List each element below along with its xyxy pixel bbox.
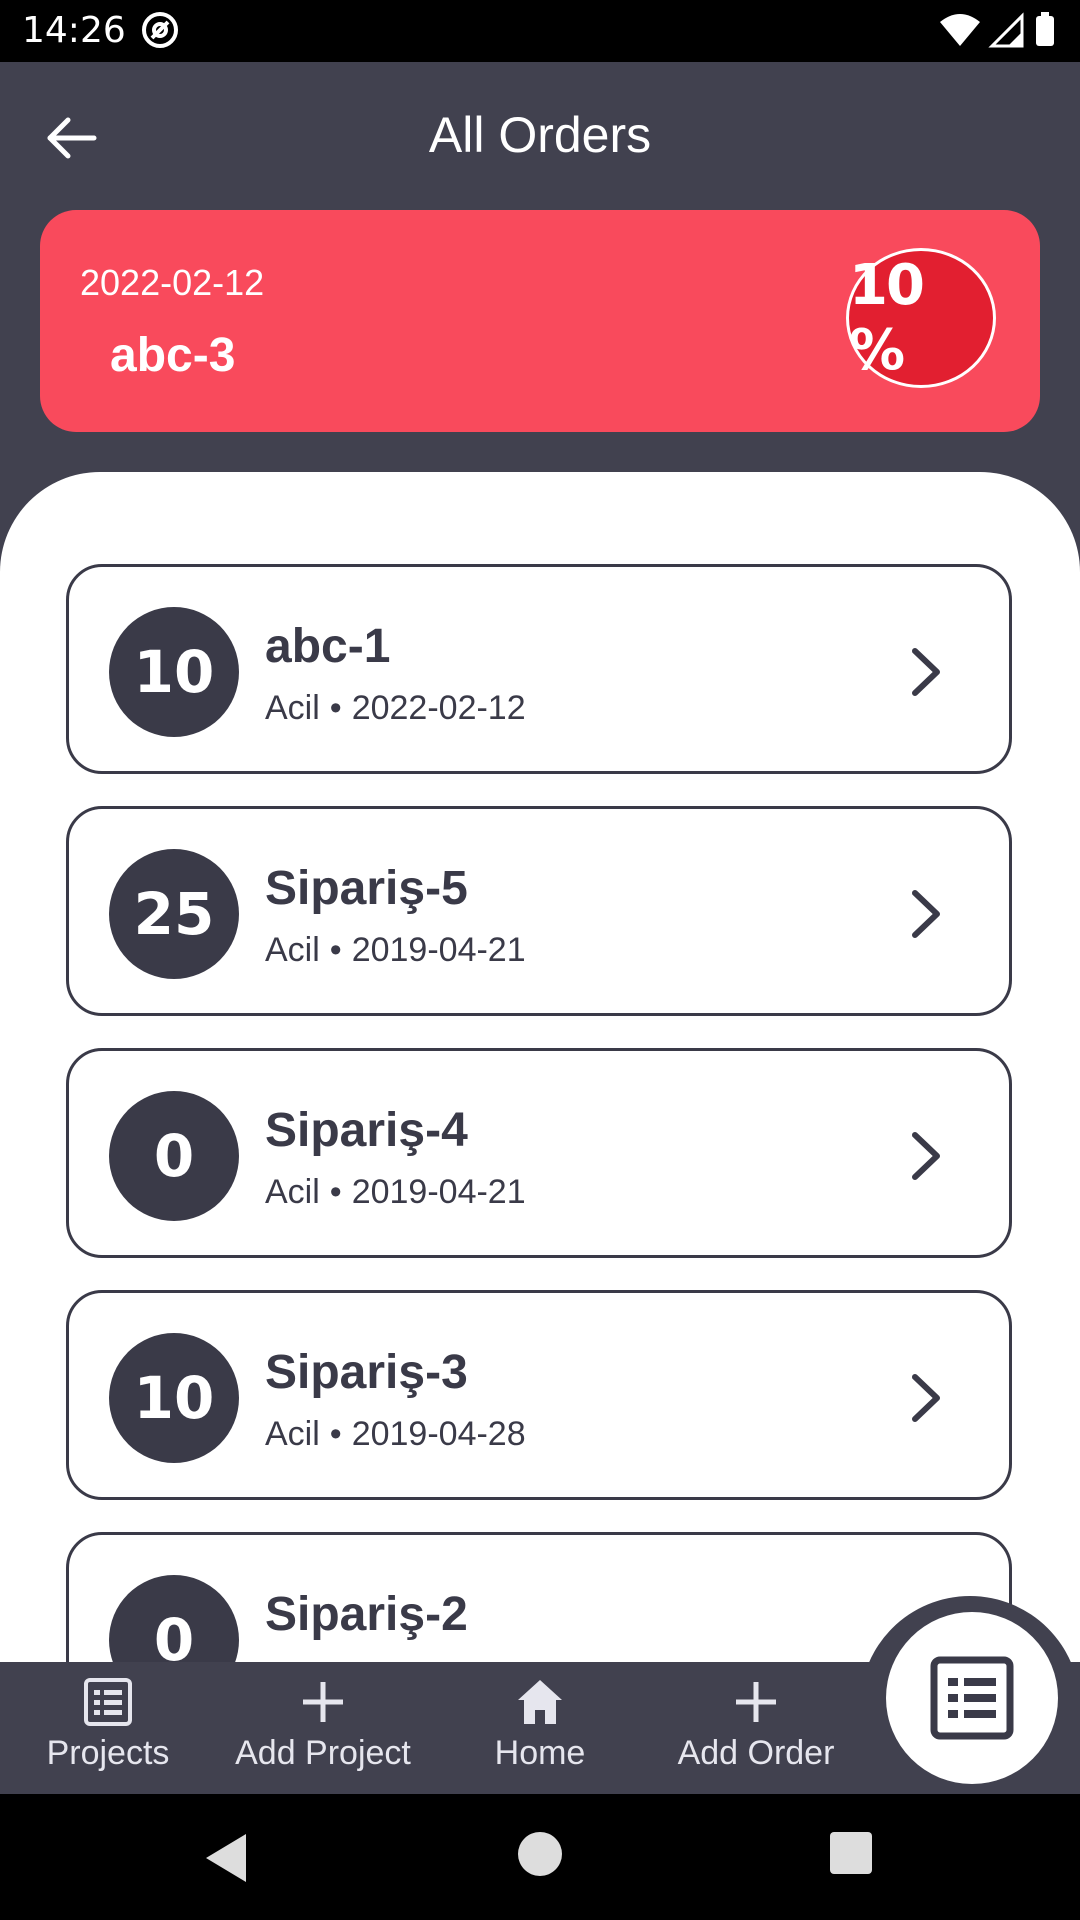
highlight-order-card[interactable]: 2022-02-12 abc-3 10 % xyxy=(40,210,1040,432)
highlight-date: 2022-02-12 xyxy=(80,262,265,303)
nav-label: Projects xyxy=(46,1734,170,1772)
order-date: 2019-04-28 xyxy=(351,1415,526,1453)
order-priority: Acil xyxy=(265,689,320,727)
nav-label: Home xyxy=(494,1734,586,1772)
order-count-badge: 10 xyxy=(109,607,239,737)
order-date: 2019-04-21 xyxy=(351,1173,526,1211)
page-title: All Orders xyxy=(428,107,652,163)
wifi-icon xyxy=(940,14,980,46)
order-list: 10 abc-1 Acil • 2022-02-12 25 Sipariş-5 Ac… xyxy=(0,472,1080,1662)
chevron-right-icon[interactable] xyxy=(905,647,949,697)
order-count-badge: 10 xyxy=(109,1333,239,1463)
nav-add-project[interactable]: Add Project xyxy=(216,1662,430,1794)
order-meta: Acil • 2019-04-21 xyxy=(265,1173,526,1211)
order-list-item[interactable]: 25 Sipariş-5 Acil • 2019-04-21 xyxy=(66,806,1012,1016)
order-priority: Acil xyxy=(265,931,320,969)
plus-icon xyxy=(736,1682,776,1722)
order-date: 2022-02-12 xyxy=(351,689,526,727)
plus-icon xyxy=(303,1682,343,1722)
chevron-right-icon[interactable] xyxy=(905,1373,949,1423)
status-time: 14:26 xyxy=(22,10,126,51)
order-count-badge: 25 xyxy=(109,849,239,979)
nav-label: Add Order xyxy=(677,1734,835,1772)
order-meta: Acil • 2019-04-28 xyxy=(265,1415,526,1453)
home-icon xyxy=(518,1680,562,1724)
order-meta: Acil • 2022-02-12 xyxy=(265,689,526,727)
status-bar: 14:26 xyxy=(0,0,1080,62)
chevron-right-icon[interactable] xyxy=(905,1131,949,1181)
order-count-badge: 0 xyxy=(109,1575,239,1662)
order-name: Sipariş-4 xyxy=(265,1104,468,1157)
order-list-item[interactable]: 0 Sipariş-2 xyxy=(66,1532,1012,1662)
nav-projects[interactable]: Projects xyxy=(20,1662,196,1794)
status-icons xyxy=(940,12,1054,48)
order-name: Sipariş-2 xyxy=(265,1588,468,1641)
system-recents-icon[interactable] xyxy=(830,1832,872,1874)
nav-home[interactable]: Home xyxy=(460,1662,620,1794)
nav-label: Add Project xyxy=(235,1734,411,1772)
order-name: Sipariş-3 xyxy=(265,1346,468,1399)
order-name: abc-1 xyxy=(265,620,391,673)
app-header: All Orders xyxy=(0,62,1080,212)
order-date: 2019-04-21 xyxy=(351,931,526,969)
at-sign-icon xyxy=(142,12,178,48)
list-icon xyxy=(84,1678,132,1726)
progress-badge: 10 % xyxy=(846,248,996,388)
order-meta: Acil • 2019-04-21 xyxy=(265,931,526,969)
orders-fab[interactable] xyxy=(886,1612,1058,1784)
system-back-icon[interactable] xyxy=(200,1830,250,1886)
list-icon xyxy=(930,1656,1014,1740)
system-home-icon[interactable] xyxy=(518,1832,562,1876)
order-list-item[interactable]: 0 Sipariş-4 Acil • 2019-04-21 xyxy=(66,1048,1012,1258)
order-list-item[interactable]: 10 Sipariş-3 Acil • 2019-04-28 xyxy=(66,1290,1012,1500)
chevron-right-icon[interactable] xyxy=(905,889,949,939)
order-priority: Acil xyxy=(265,1173,320,1211)
system-nav-bar xyxy=(0,1794,1080,1920)
order-name: Sipariş-5 xyxy=(265,862,468,915)
battery-icon xyxy=(1036,16,1054,46)
highlight-name: abc-3 xyxy=(110,329,236,382)
order-priority: Acil xyxy=(265,1415,320,1453)
order-count-badge: 0 xyxy=(109,1091,239,1221)
order-list-item[interactable]: 10 abc-1 Acil • 2022-02-12 xyxy=(66,564,1012,774)
nav-add-order[interactable]: Add Order xyxy=(650,1662,862,1794)
